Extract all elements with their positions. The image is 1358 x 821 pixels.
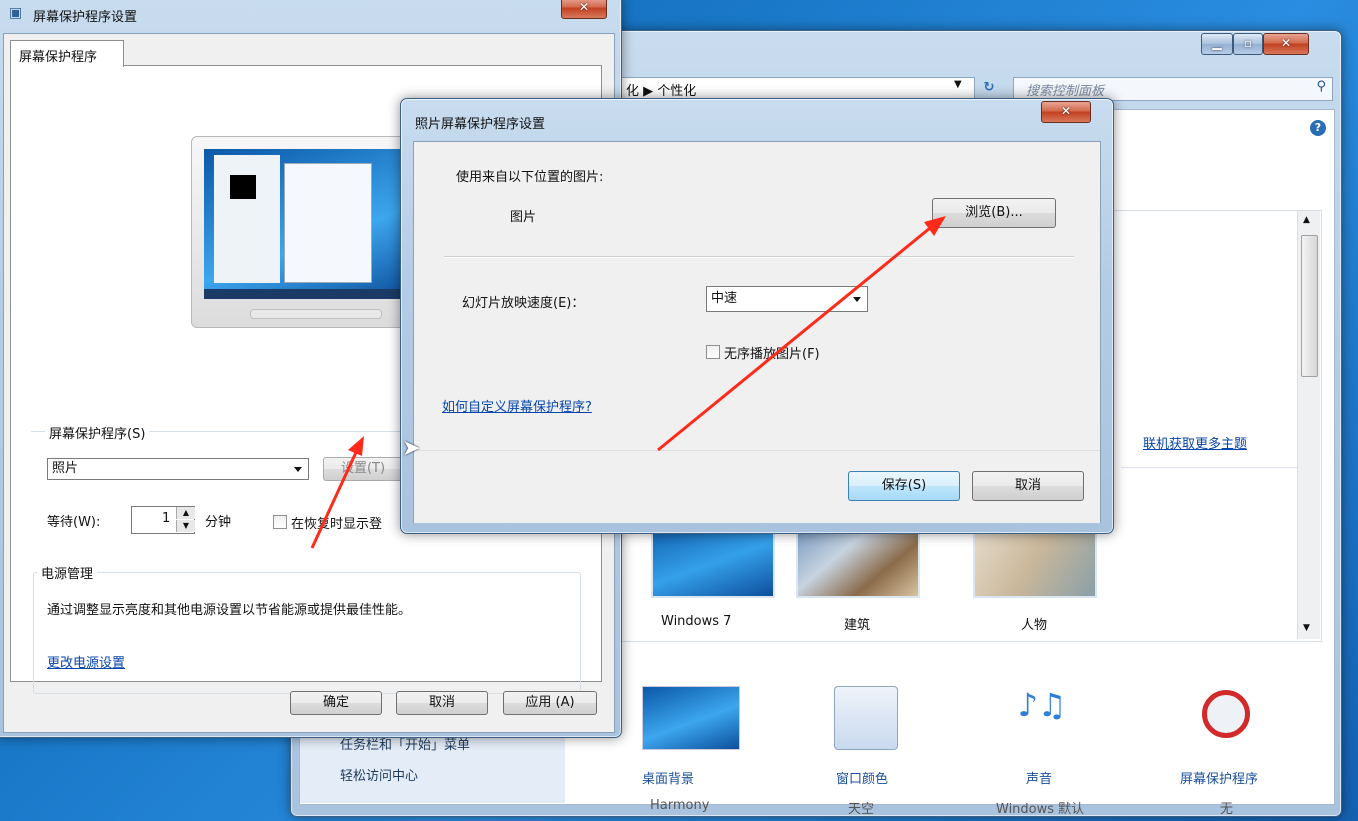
get-more-themes-link[interactable]: 联机获取更多主题 <box>1143 433 1247 452</box>
screensaver-icon <box>1202 690 1250 738</box>
pictures-label: 图片 <box>510 210 537 225</box>
shuffle-checkbox[interactable] <box>706 345 720 359</box>
scroll-down-icon[interactable]: ▼ <box>1303 623 1310 633</box>
use-from-label: 使用来自以下位置的图片: <box>456 170 604 185</box>
save-button[interactable]: 保存(S) <box>848 471 960 501</box>
power-description: 通过调整显示亮度和其他电源设置以节省能源或提供最佳性能。 <box>47 603 412 618</box>
speed-label: 幻灯片放映速度(E)： <box>462 296 585 311</box>
desktop-background-icon <box>642 686 740 750</box>
dialog-body: 使用来自以下位置的图片: 图片 浏览(B)... 幻灯片放映速度(E)： 中速 … <box>413 141 1101 523</box>
refresh-icon[interactable]: ↻ <box>979 77 999 99</box>
screensaver-select[interactable]: 照片 <box>47 458 309 480</box>
separator <box>444 256 1074 258</box>
ok-button[interactable]: 确定 <box>290 691 382 715</box>
address-dropdown-icon[interactable]: ▼ <box>954 79 962 90</box>
speed-select[interactable]: 中速 <box>706 286 868 312</box>
theme-label: Windows 7 <box>661 614 732 629</box>
browse-button[interactable]: 浏览(B)... <box>932 198 1056 228</box>
photo-settings-dialog: 照片屏幕保护程序设置 ✕ 使用来自以下位置的图片: 图片 浏览(B)... 幻灯… <box>400 98 1114 534</box>
resume-label: 在恢复时显示登 <box>291 517 383 532</box>
help-icon[interactable]: ? <box>1310 120 1326 136</box>
spin-down-icon[interactable]: ▼ <box>176 520 195 532</box>
power-group-label: 电源管理 <box>37 563 98 582</box>
minutes-label: 分钟 <box>205 515 232 530</box>
screensaver-group-label: 屏幕保护程序(S) <box>45 423 150 442</box>
monitor-preview <box>191 136 411 328</box>
theme-label: 人物 <box>1021 618 1048 633</box>
wait-spinner[interactable]: 1 ▲ ▼ <box>131 506 195 534</box>
theme-scrollbar[interactable]: ▲ ▼ <box>1297 211 1320 639</box>
window-color-icon <box>834 686 898 750</box>
bottom-item-sound[interactable]: ♪♫ 声音 Windows 默认 <box>980 670 1120 817</box>
power-settings-link[interactable]: 更改电源设置 <box>47 652 125 671</box>
preview-screen <box>204 149 404 299</box>
nav-item-ease-of-access[interactable]: 轻松访问中心 <box>340 765 418 784</box>
wait-label: 等待(W): <box>47 515 101 530</box>
maximize-button[interactable]: ▫ <box>1233 33 1263 55</box>
bottom-item-desktop-background[interactable]: 桌面背景 Harmony <box>620 670 760 813</box>
bottom-item-screensaver[interactable]: 屏幕保护程序 无 <box>1160 670 1320 817</box>
window-title: 屏幕保护程序设置 <box>33 10 138 25</box>
spin-up-icon[interactable]: ▲ <box>176 507 195 519</box>
minimize-button[interactable]: ▁ <box>1201 33 1233 55</box>
wait-value[interactable]: 1 <box>162 511 170 526</box>
scroll-up-icon[interactable]: ▲ <box>1303 215 1310 225</box>
sound-icon: ♪♫ <box>1017 686 1067 724</box>
theme-label: 建筑 <box>844 618 871 633</box>
apply-button[interactable]: 应用 (A) <box>503 691 597 715</box>
cancel-button[interactable]: 取消 <box>396 691 488 715</box>
close-button[interactable]: ✕ <box>1263 33 1309 55</box>
close-button[interactable]: ✕ <box>1041 101 1091 123</box>
dialog-title: 照片屏幕保护程序设置 <box>415 117 546 132</box>
bottom-item-window-color[interactable]: 窗口颜色 天空 <box>808 670 948 817</box>
breadcrumb: 化 ▶ 个性化 <box>626 84 697 99</box>
screensaver-settings-button[interactable]: 设置(T) <box>323 457 403 481</box>
chevron-down-icon <box>294 467 302 472</box>
window-app-icon: ▣ <box>9 5 23 21</box>
search-icon[interactable]: ⚲ <box>1316 79 1326 94</box>
power-group <box>33 572 581 694</box>
help-link[interactable]: 如何自定义屏幕保护程序? <box>442 396 592 415</box>
tab-screensaver[interactable]: 屏幕保护程序 <box>10 40 124 67</box>
resume-checkbox[interactable] <box>273 515 287 529</box>
mouse-cursor-icon: ➤ <box>402 436 421 461</box>
close-button[interactable]: ✕ <box>561 0 607 19</box>
chevron-down-icon <box>853 297 861 302</box>
cancel-button[interactable]: 取消 <box>972 471 1084 501</box>
scroll-thumb[interactable] <box>1301 235 1318 377</box>
shuffle-label: 无序播放图片(F) <box>724 347 820 362</box>
